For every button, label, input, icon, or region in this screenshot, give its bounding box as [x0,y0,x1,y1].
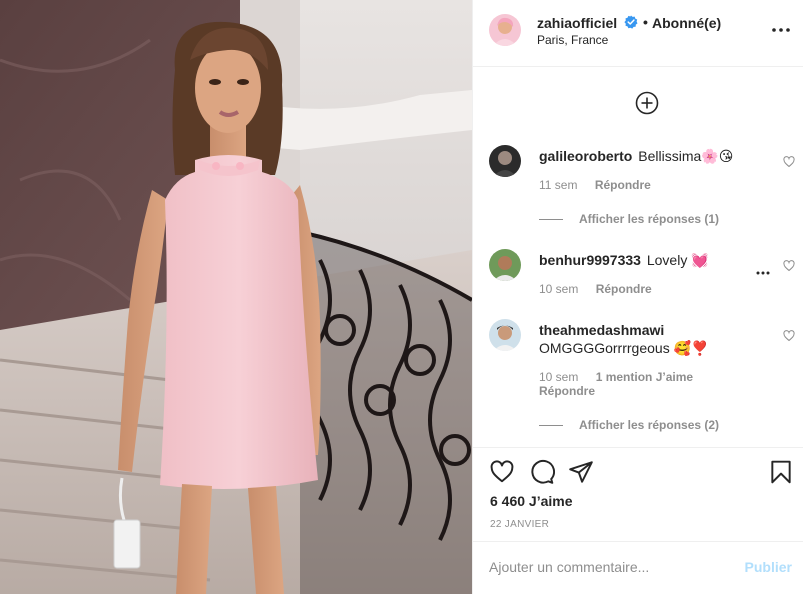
comment-time[interactable]: 10 sem [539,282,578,296]
post-photo[interactable] [0,0,472,594]
comment-likes-count[interactable]: 1 mention J’aime [596,370,693,384]
commenter-avatar-image [489,145,521,177]
author-avatar-image [489,14,521,46]
replies-divider [539,424,563,426]
post-side-panel: zahiaofficiel • Abonné(e) Paris, France [472,0,803,594]
commenter-avatar-image [489,249,521,281]
commenter-username[interactable]: theahmedashmawi [539,322,664,338]
author-avatar[interactable] [489,14,521,46]
commenter-username[interactable]: benhur9997333 [539,252,641,268]
add-comment-bar: Ajouter un commentaire... Publier [473,541,803,594]
author-username[interactable]: zahiaofficiel [537,15,617,31]
commenter-avatar-image [489,319,521,351]
comment-input[interactable]: Ajouter un commentaire... [489,559,649,575]
comment-meta: 10 sem Répondre [539,282,652,296]
comment-text: benhur9997333 Lovely 💓 [539,251,779,269]
commenter-avatar[interactable] [489,249,521,281]
comment-like-heart-icon[interactable] [783,329,795,342]
comment-time[interactable]: 10 sem [539,370,578,384]
publish-button[interactable]: Publier [745,559,792,575]
comment-body: Lovely 💓 [646,252,709,268]
more-options-icon[interactable] [770,22,792,38]
likes-count[interactable]: 6 460 J’aime [490,493,573,509]
view-replies-label: Afficher les réponses (1) [579,212,720,226]
comment-options-icon[interactable] [755,263,771,275]
instagram-post: zahiaofficiel • Abonné(e) Paris, France [0,0,803,594]
bookmark-icon[interactable] [768,459,794,485]
comment-body: OMGGGGorrrrgeous 🥰❣️ [539,340,709,356]
post-header: zahiaofficiel • Abonné(e) Paris, France [473,0,803,67]
view-replies-button[interactable]: Afficher les réponses (1) [539,212,719,226]
post-actions: 6 460 J’aime 22 JANVIER [473,447,803,541]
follow-status-button[interactable]: Abonné(e) [652,15,721,31]
comment-body: Bellissima🌸😘 [638,148,734,164]
commenter-avatar[interactable] [489,145,521,177]
comment-time[interactable]: 11 sem [539,178,577,192]
view-replies-button[interactable]: Afficher les réponses (2) [539,418,719,432]
heart-icon[interactable] [489,459,515,485]
reply-button[interactable]: Répondre [539,384,595,398]
reply-button[interactable]: Répondre [595,178,651,192]
commenter-username[interactable]: galileoroberto [539,148,632,164]
share-icon[interactable] [568,459,594,485]
comment-meta: 11 sem Répondre [539,178,651,192]
verified-badge-icon [624,15,638,29]
view-replies-label: Afficher les réponses (2) [579,418,720,432]
reply-button[interactable]: Répondre [596,282,652,296]
post-location[interactable]: Paris, France [537,33,608,47]
photo-illustration [0,0,472,594]
header-separator: • [643,14,648,30]
replies-divider [539,218,563,220]
comment-meta: 10 sem 1 mention J’aime Répondre [539,370,693,398]
comment-text: galileoroberto Bellissima🌸😘 [539,147,779,165]
comment-text: theahmedashmawi OMGGGGorrrrgeous 🥰❣️ [539,321,779,357]
plus-circle-icon[interactable] [635,91,659,115]
comment-like-heart-icon[interactable] [783,155,795,168]
post-date[interactable]: 22 JANVIER [490,519,549,530]
commenter-avatar[interactable] [489,319,521,351]
comment-like-heart-icon[interactable] [783,259,795,272]
comment-icon[interactable] [529,459,555,485]
